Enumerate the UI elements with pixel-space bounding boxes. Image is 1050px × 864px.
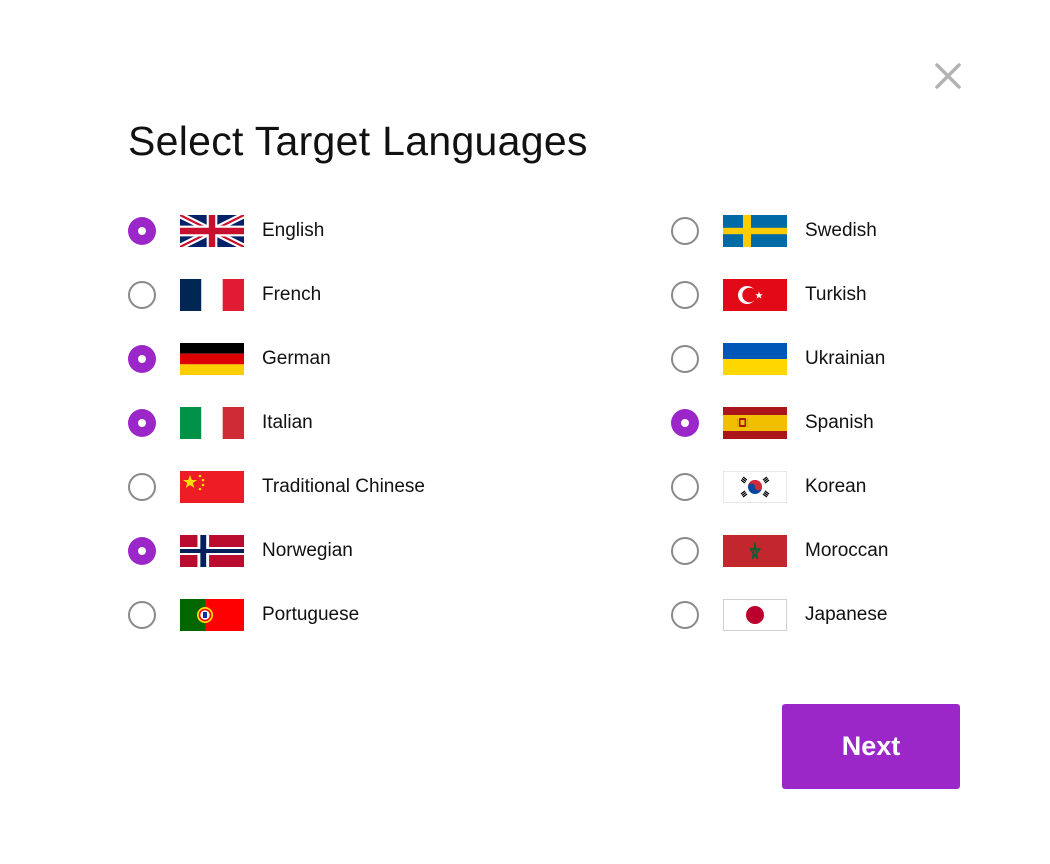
turkey-flag-icon xyxy=(723,279,787,311)
next-button[interactable]: Next xyxy=(782,704,960,789)
language-label: Moroccan xyxy=(805,540,889,561)
uk-flag-icon xyxy=(180,215,244,247)
language-label: Japanese xyxy=(805,604,888,625)
language-option-spanish[interactable]: Spanish xyxy=(671,391,1050,455)
language-label: Korean xyxy=(805,476,867,497)
language-option-traditional-chinese[interactable]: Traditional Chinese xyxy=(128,455,548,519)
italy-flag-icon xyxy=(180,407,244,439)
sweden-flag-icon xyxy=(723,215,787,247)
language-option-korean[interactable]: Korean xyxy=(671,455,1050,519)
language-label: Turkish xyxy=(805,284,867,305)
radio-italian[interactable] xyxy=(128,409,156,437)
language-option-german[interactable]: German xyxy=(128,327,548,391)
radio-german[interactable] xyxy=(128,345,156,373)
radio-traditional-chinese[interactable] xyxy=(128,473,156,501)
language-option-ukrainian[interactable]: Ukrainian xyxy=(671,327,1050,391)
language-option-norwegian[interactable]: Norwegian xyxy=(128,519,548,583)
language-label: Ukrainian xyxy=(805,348,886,369)
radio-ukrainian[interactable] xyxy=(671,345,699,373)
radio-turkish[interactable] xyxy=(671,281,699,309)
language-option-turkish[interactable]: Turkish xyxy=(671,263,1050,327)
japan-flag-icon xyxy=(723,599,787,631)
radio-french[interactable] xyxy=(128,281,156,309)
language-list-left: English French German Italian Traditiona… xyxy=(128,199,548,647)
language-option-italian[interactable]: Italian xyxy=(128,391,548,455)
language-label: English xyxy=(262,220,325,241)
korea-flag-icon xyxy=(723,471,787,503)
language-option-swedish[interactable]: Swedish xyxy=(671,199,1050,263)
radio-english[interactable] xyxy=(128,217,156,245)
language-label: French xyxy=(262,284,322,305)
language-label: Italian xyxy=(262,412,313,433)
language-label: Swedish xyxy=(805,220,877,241)
language-label: Traditional Chinese xyxy=(262,476,425,497)
morocco-flag-icon xyxy=(723,535,787,567)
radio-moroccan[interactable] xyxy=(671,537,699,565)
close-button[interactable] xyxy=(930,58,966,94)
language-option-japanese[interactable]: Japanese xyxy=(671,583,1050,647)
close-icon xyxy=(935,63,961,89)
norway-flag-icon xyxy=(180,535,244,567)
france-flag-icon xyxy=(180,279,244,311)
language-label: German xyxy=(262,348,331,369)
radio-japanese[interactable] xyxy=(671,601,699,629)
radio-portuguese[interactable] xyxy=(128,601,156,629)
spain-flag-icon xyxy=(723,407,787,439)
language-option-french[interactable]: French xyxy=(128,263,548,327)
language-label: Norwegian xyxy=(262,540,353,561)
language-label: Spanish xyxy=(805,412,874,433)
radio-norwegian[interactable] xyxy=(128,537,156,565)
radio-spanish[interactable] xyxy=(671,409,699,437)
language-option-english[interactable]: English xyxy=(128,199,548,263)
language-list-right: Swedish Turkish Ukrainian Spanish Korean… xyxy=(671,199,1050,647)
portugal-flag-icon xyxy=(180,599,244,631)
page-title: Select Target Languages xyxy=(128,118,588,164)
china-flag-icon xyxy=(180,471,244,503)
radio-swedish[interactable] xyxy=(671,217,699,245)
germany-flag-icon xyxy=(180,343,244,375)
radio-korean[interactable] xyxy=(671,473,699,501)
ukraine-flag-icon xyxy=(723,343,787,375)
language-option-portuguese[interactable]: Portuguese xyxy=(128,583,548,647)
language-option-moroccan[interactable]: Moroccan xyxy=(671,519,1050,583)
language-label: Portuguese xyxy=(262,604,360,625)
